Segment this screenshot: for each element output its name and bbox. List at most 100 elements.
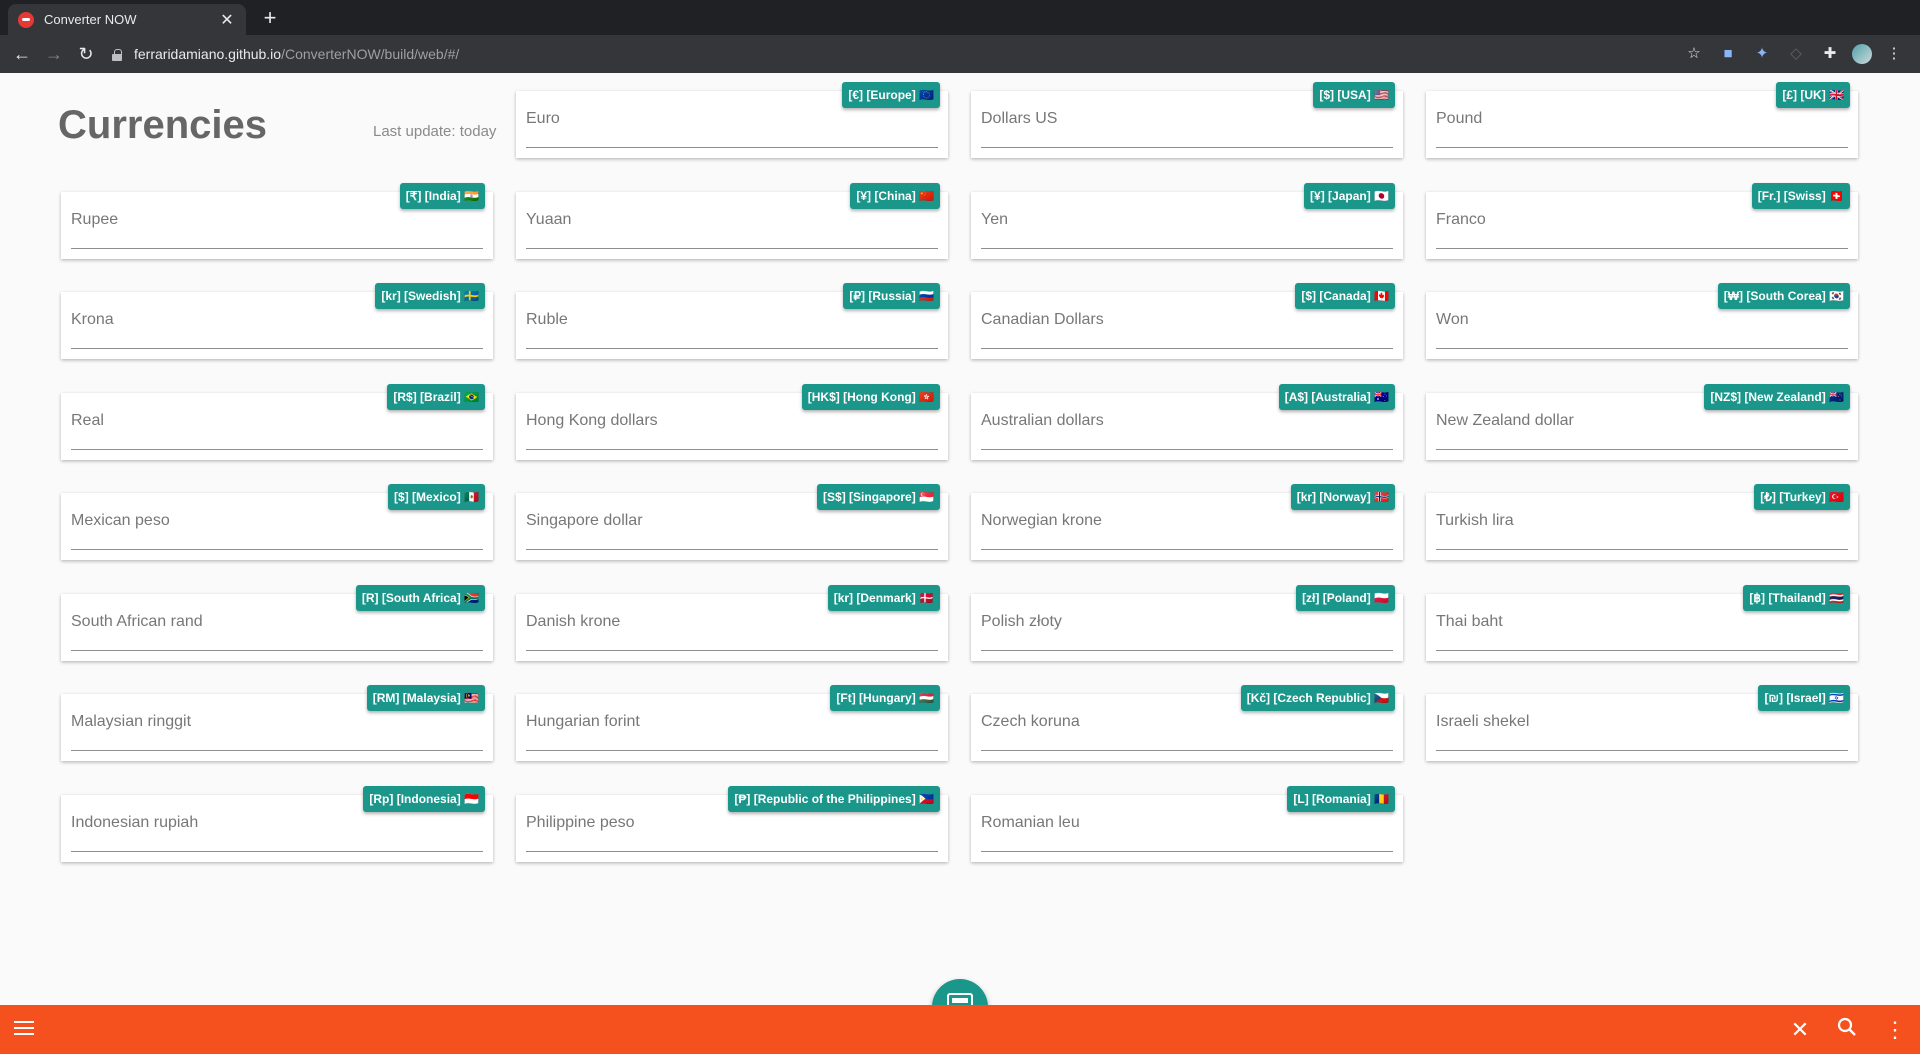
input-underline xyxy=(526,750,938,751)
currency-card: Czech koruna [Kč] [Czech Republic] 🇨🇿 xyxy=(971,685,1403,761)
currency-badge: [¥] [Japan] 🇯🇵 xyxy=(1304,182,1395,209)
currency-input[interactable]: New Zealand dollar xyxy=(1436,412,1574,430)
currency-input[interactable]: South African rand xyxy=(71,613,203,631)
app-favicon-icon xyxy=(18,11,34,28)
currency-input[interactable]: Pound xyxy=(1436,110,1482,128)
input-underline xyxy=(71,247,483,249)
currency-input[interactable]: Israeli shekel xyxy=(1436,713,1529,731)
disabled-extension-icon[interactable]: ◇ xyxy=(1784,42,1808,66)
currency-input[interactable]: Czech koruna xyxy=(981,713,1080,731)
currency-card: Ruble [₽] [Russia] 🇷🇺 xyxy=(516,283,948,359)
currency-input[interactable]: Malaysian ringgit xyxy=(71,713,191,731)
reload-icon[interactable]: ↻ xyxy=(74,42,98,66)
more-vert-icon[interactable]: ⋮ xyxy=(1882,1017,1908,1043)
currency-badge: [$] [Canada] 🇨🇦 xyxy=(1295,283,1395,309)
currency-card: Dollars US [$] [USA] 🇺🇸 xyxy=(971,82,1403,158)
currency-input[interactable]: Philippine peso xyxy=(526,814,635,832)
browser-toolbar: ← → ↻ ferraridamiano.github.io/Converter… xyxy=(0,35,1920,73)
lock-icon xyxy=(112,48,122,61)
bookmark-star-icon[interactable]: ☆ xyxy=(1682,42,1706,66)
currency-card: Romanian leu [L] [Romania] 🇷🇴 xyxy=(971,785,1403,862)
input-underline xyxy=(981,850,1393,852)
tab-close-icon[interactable]: ✕ xyxy=(218,10,236,30)
currency-input[interactable]: Hungarian forint xyxy=(526,713,640,731)
input-underline xyxy=(981,649,1393,651)
currency-input[interactable]: Hong Kong dollars xyxy=(526,412,658,430)
currency-badge: [¥] [China] 🇨🇳 xyxy=(850,182,940,209)
currency-card: Danish krone [kr] [Denmark] 🇩🇰 xyxy=(516,584,948,661)
currency-input[interactable]: Turkish lira xyxy=(1436,512,1514,530)
translate-extension-icon[interactable]: ■ xyxy=(1716,42,1740,66)
currency-card: South African rand [R] [South Africa] 🇿🇦 xyxy=(61,584,493,661)
currency-input[interactable]: Won xyxy=(1436,311,1469,329)
input-underline xyxy=(981,549,1393,550)
currency-input[interactable]: Franco xyxy=(1436,211,1486,229)
currency-input[interactable]: Thai baht xyxy=(1436,613,1503,631)
new-tab-icon[interactable]: + xyxy=(258,6,282,30)
currency-input[interactable]: Rupee xyxy=(71,211,118,229)
input-underline xyxy=(71,850,483,852)
currency-input[interactable]: Yen xyxy=(981,211,1008,229)
input-underline xyxy=(526,348,938,349)
currency-input[interactable]: Polish złoty xyxy=(981,613,1062,631)
page-title: Currencies xyxy=(58,103,267,147)
currency-input[interactable]: Danish krone xyxy=(526,613,620,631)
forward-arrow-icon[interactable]: → xyxy=(42,42,66,66)
currency-badge: [₽] [Russia] 🇷🇺 xyxy=(843,283,940,309)
currency-card: Polish złoty [zł] [Poland] 🇵🇱 xyxy=(971,584,1403,661)
currency-card: Euro [€] [Europe] 🇪🇺 xyxy=(516,82,948,158)
currency-input[interactable]: Singapore dollar xyxy=(526,512,643,530)
input-underline xyxy=(981,750,1393,751)
currency-badge: [HK$] [Hong Kong] 🇭🇰 xyxy=(801,383,940,410)
currency-badge: [Rp] [Indonesia] 🇮🇩 xyxy=(363,785,485,812)
currency-input[interactable]: Krona xyxy=(71,311,114,329)
input-underline xyxy=(526,448,938,450)
back-arrow-icon[interactable]: ← xyxy=(10,42,34,66)
browser-tab[interactable]: Converter NOW ✕ xyxy=(8,4,246,35)
input-underline xyxy=(1436,549,1848,550)
currency-badge: [₺] [Turkey] 🇹🇷 xyxy=(1754,484,1850,510)
currency-input[interactable]: Euro xyxy=(526,110,560,128)
extension-icon[interactable]: ✦ xyxy=(1750,42,1774,66)
currency-input[interactable]: Mexican peso xyxy=(71,512,170,530)
input-underline xyxy=(1436,147,1848,148)
currency-card: Franco [Fr.] [Swiss] 🇨🇭 xyxy=(1426,182,1858,259)
currency-card: Mexican peso [$] [Mexico] 🇲🇽 xyxy=(61,484,493,560)
currency-input[interactable]: Australian dollars xyxy=(981,412,1104,430)
url-host: ferraridamiano.github.io xyxy=(134,46,282,62)
url-path: /ConverterNOW/build/web/#/ xyxy=(281,46,460,62)
currency-card: Thai baht [฿] [Thailand] 🇹🇭 xyxy=(1426,584,1858,661)
search-icon[interactable] xyxy=(1834,1017,1860,1043)
currency-badge: [€] [Europe] 🇪🇺 xyxy=(842,82,940,108)
currency-card: Won [₩] [South Corea] 🇰🇷 xyxy=(1426,283,1858,359)
bottom-app-bar: ✕ ⋮ xyxy=(0,1005,1920,1054)
menu-icon[interactable] xyxy=(11,1017,37,1043)
currency-card: Yen [¥] [Japan] 🇯🇵 xyxy=(971,182,1403,259)
currency-input[interactable]: Real xyxy=(71,412,104,430)
address-bar[interactable]: ferraridamiano.github.io/ConverterNOW/bu… xyxy=(112,41,1692,67)
currency-input[interactable]: Indonesian rupiah xyxy=(71,814,198,832)
currency-badge: [kr] [Norway] 🇳🇴 xyxy=(1290,484,1395,510)
currency-input[interactable]: Canadian Dollars xyxy=(981,311,1104,329)
currency-badge: [R$] [Brazil] 🇧🇷 xyxy=(387,383,485,410)
extensions-puzzle-icon[interactable]: ✚ xyxy=(1818,42,1842,66)
input-underline xyxy=(1436,448,1848,450)
input-underline xyxy=(71,348,483,349)
currency-badge: [S$] [Singapore] 🇸🇬 xyxy=(817,484,940,510)
browser-menu-icon[interactable]: ⋮ xyxy=(1882,42,1906,66)
currency-input[interactable]: Dollars US xyxy=(981,110,1057,128)
currency-input[interactable]: Romanian leu xyxy=(981,814,1080,832)
currency-badge: [฿] [Thailand] 🇹🇭 xyxy=(1743,584,1850,611)
currency-input[interactable]: Yuaan xyxy=(526,211,571,229)
currency-card: New Zealand dollar [NZ$] [New Zealand] 🇳🇿 xyxy=(1426,383,1858,460)
currency-card: Australian dollars [A$] [Australia] 🇦🇺 xyxy=(971,383,1403,460)
input-underline xyxy=(71,549,483,550)
profile-avatar[interactable] xyxy=(1852,44,1872,64)
currency-input[interactable]: Ruble xyxy=(526,311,568,329)
close-icon[interactable]: ✕ xyxy=(1787,1017,1813,1043)
currency-card: Canadian Dollars [$] [Canada] 🇨🇦 xyxy=(971,283,1403,359)
browser-tab-strip: Converter NOW ✕ + xyxy=(0,0,1920,35)
currency-input[interactable]: Norwegian krone xyxy=(981,512,1102,530)
main-content: Currencies Last update: today Euro [€] [E… xyxy=(0,73,1920,1005)
input-underline xyxy=(1436,247,1848,249)
